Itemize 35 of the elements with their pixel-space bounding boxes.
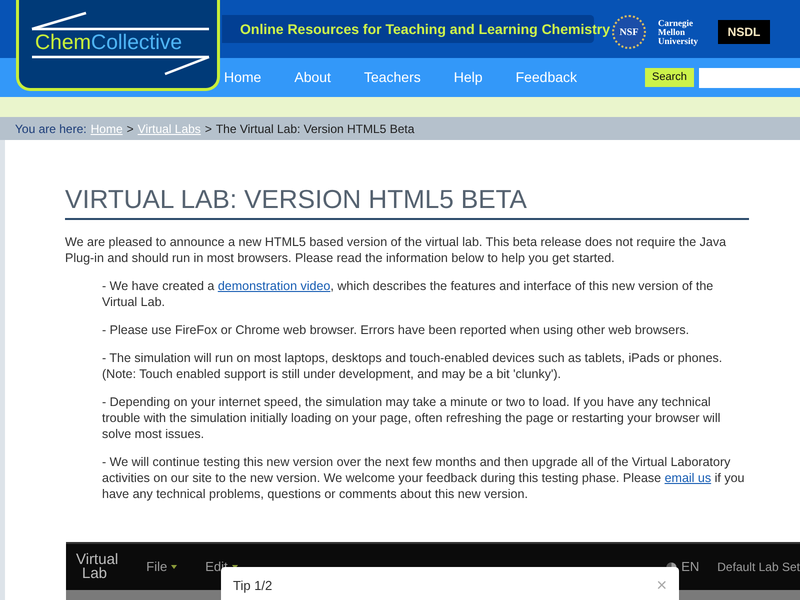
- breadcrumb-separator: >: [204, 120, 212, 138]
- info-paragraph: - Please use FireFox or Chrome web browser. Errors have been reported when using other web browsers.: [102, 322, 690, 338]
- tagline: Online Resources for Teaching and Learning Chemistry: [240, 20, 610, 39]
- breadcrumb-current: The Virtual Lab: Version HTML5 Beta: [216, 120, 414, 138]
- text-link[interactable]: email us: [664, 471, 712, 485]
- search-button[interactable]: Search: [645, 68, 694, 87]
- info-paragraph: - We will continue testing this new version over the next few months and then upgrade all of the Virtual Laboratory activities on our site to the new version. We welcome your feedback during this testing phase. Please email us if you have any technical problems, questions or comments about this new version.: [102, 454, 746, 502]
- breadcrumb-label: You are here:: [15, 120, 87, 138]
- breadcrumb-link[interactable]: Home: [90, 120, 123, 138]
- nav-link[interactable]: About: [294, 67, 331, 88]
- language-menu[interactable]: EN: [681, 557, 700, 577]
- close-button[interactable]: ×: [656, 576, 667, 594]
- app-brand: Virtual Lab: [76, 553, 118, 581]
- logo-text: ChemCollective: [35, 31, 182, 55]
- intro-paragraph: We are pleased to announce a new HTML5 based version of the virtual lab. This beta release does not require the Java Plug-in and should run in most browsers. Please read the information below to help you get started.: [65, 234, 728, 266]
- university-logo: Carnegie Mellon University: [658, 18, 698, 46]
- nsdl-logo: NSDL: [718, 20, 770, 44]
- lab-set-menu[interactable]: Default Lab Set: [717, 558, 800, 576]
- menu-item[interactable]: File: [146, 557, 168, 577]
- breadcrumb-separator: >: [126, 120, 134, 138]
- info-paragraph: - The simulation will run on most laptops, desktops and touch-enabled devices such as tablets, iPads or phones. (Note: Touch enabled support is still under development, and may be a bit 'clunky').: [102, 350, 724, 382]
- logo-lines-icon: [29, 10, 211, 76]
- nav-link[interactable]: Teachers: [364, 67, 421, 88]
- text-link[interactable]: demonstration video: [218, 279, 330, 293]
- nav-link[interactable]: Help: [454, 67, 483, 88]
- breadcrumb-link[interactable]: Virtual Labs: [138, 120, 201, 138]
- info-paragraph: - Depending on your internet speed, the simulation may take a minute or two to load. If you have any technical trouble with the simulation initially loading on your page, often refreshing the page or restarting your browser will solve most issues.: [102, 394, 722, 442]
- nav-link[interactable]: Feedback: [516, 67, 578, 88]
- page-heading: VIRTUAL LAB: VERSION HTML5 BETA: [65, 184, 749, 220]
- caret-icon: [171, 565, 178, 569]
- nav-link[interactable]: Home: [224, 67, 262, 88]
- info-paragraph: - We have created a demonstration video, which describes the features and interface of this new version of the Virtual Lab.: [102, 278, 714, 310]
- dialog-title: Tip 1/2: [233, 577, 272, 595]
- nsf-logo: NSF: [612, 15, 646, 49]
- search-field[interactable]: [698, 68, 800, 88]
